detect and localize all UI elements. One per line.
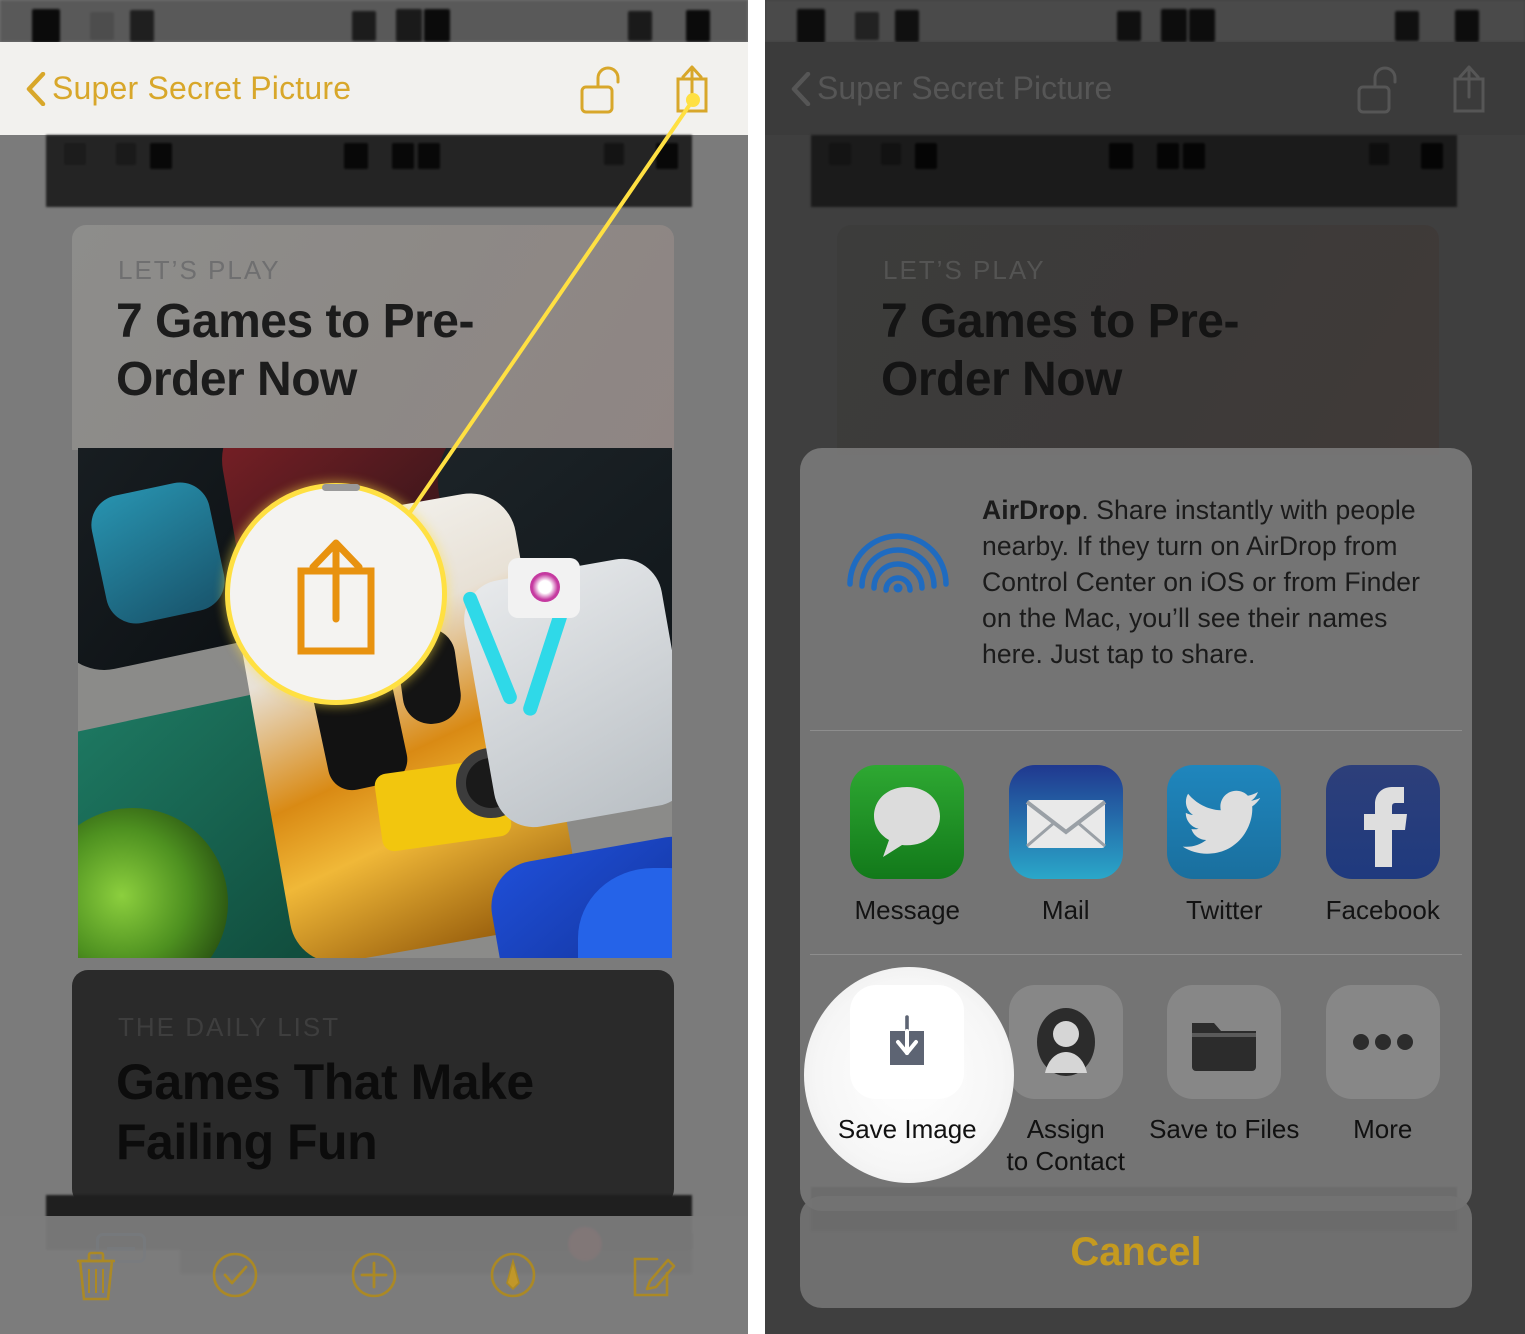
share-apps-row: Message Mail Twitter Facebook (800, 731, 1472, 954)
folder-icon-tile (1167, 985, 1282, 1099)
airdrop-title: AirDrop (982, 495, 1082, 525)
messages-app-icon (850, 765, 965, 879)
right-content-dark-band (811, 135, 1457, 207)
share-app-mail[interactable]: Mail (987, 765, 1146, 926)
article-headline-line1: 7 Games to Pre- (116, 295, 474, 348)
share-sheet: AirDrop. Share instantly with people nea… (800, 448, 1472, 1211)
article2-kicker: THE DAILY LIST (118, 1012, 341, 1042)
share-app-label: Mail (1041, 895, 1090, 925)
right-article-headline: 7 Games to Pre- Order Now (881, 293, 1239, 409)
action-label-line1: Assign (1026, 1114, 1105, 1144)
save-image-icon-tile (850, 985, 965, 1099)
airdrop-description: AirDrop. Share instantly with people nea… (982, 492, 1432, 672)
airdrop-section[interactable]: AirDrop. Share instantly with people nea… (800, 448, 1472, 730)
chevron-left-icon (26, 71, 46, 106)
cancel-button[interactable]: Cancel (800, 1196, 1472, 1308)
unlocked-lock-icon[interactable] (578, 63, 622, 115)
plus-circle-icon[interactable] (348, 1247, 400, 1303)
share-icon[interactable] (670, 63, 714, 115)
left-phone-screen: Super Secret Picture LET’S PLAY 7 Games … (0, 0, 748, 1334)
share-actions-row: Save Image Assign to Contact Save to Fil… (800, 955, 1472, 1211)
share-app-label: Facebook (1325, 895, 1440, 925)
save-image-icon (890, 1015, 925, 1065)
panel-divider (748, 0, 765, 1334)
mail-app-icon (1008, 765, 1123, 879)
right-page-title: Super Secret Picture (817, 70, 1113, 106)
spotlight-tab (322, 484, 360, 491)
checkmark-circle-icon[interactable] (209, 1247, 261, 1303)
markup-pen-circle-icon[interactable] (487, 1247, 539, 1303)
cancel-label: Cancel (1070, 1229, 1202, 1274)
article2-headline-line1: Games That Make (116, 1054, 534, 1110)
ellipsis-icon (1352, 1034, 1413, 1050)
article2-headline: Games That Make Failing Fun (116, 1052, 534, 1172)
twitter-app-icon (1167, 765, 1282, 879)
action-more[interactable]: More (1304, 985, 1463, 1177)
ellipsis-icon-tile (1325, 985, 1440, 1099)
right-back-button[interactable]: Super Secret Picture (791, 70, 1112, 107)
article-card-lets-play[interactable]: LET’S PLAY 7 Games to Pre- Order Now (72, 225, 674, 450)
article-kicker: LET’S PLAY (118, 255, 281, 285)
right-article-headline-line2: Order Now (881, 353, 1122, 406)
action-label: More (1353, 1114, 1413, 1144)
action-label: Save Image (837, 1114, 977, 1144)
right-navigation-bar: Super Secret Picture (765, 42, 1525, 135)
contact-icon-tile (1008, 985, 1123, 1099)
page-title: Super Secret Picture (52, 70, 352, 106)
folder-icon (1192, 1023, 1257, 1071)
right-status-bar-blurred (765, 0, 1525, 43)
right-article-kicker: LET’S PLAY (883, 255, 1046, 285)
action-label: Save to Files (1149, 1114, 1300, 1144)
right-phone-screen: Super Secret Picture LET’S PLAY 7 Games … (765, 0, 1525, 1334)
status-bar-blurred (0, 0, 748, 43)
content-dark-band-top (46, 135, 692, 207)
article-card-daily-list[interactable]: THE DAILY LIST Games That Make Failing F… (72, 970, 674, 1205)
article-headline: 7 Games to Pre- Order Now (116, 293, 474, 409)
share-app-label: Message (854, 895, 961, 925)
right-content-area: LET’S PLAY 7 Games to Pre- Order Now Air… (765, 135, 1525, 1334)
share-button-spotlight[interactable] (225, 483, 447, 705)
screenshot-stage: Super Secret Picture LET’S PLAY 7 Games … (0, 0, 1525, 1334)
unlocked-lock-icon[interactable] (1355, 63, 1399, 115)
left-navigation-bar: Super Secret Picture (0, 42, 748, 135)
compose-icon[interactable] (626, 1247, 678, 1303)
facebook-app-icon (1325, 765, 1440, 879)
action-save-to-files[interactable]: Save to Files (1145, 985, 1304, 1177)
action-save-image[interactable]: Save Image (804, 967, 1014, 1183)
share-app-message[interactable]: Message (828, 765, 987, 926)
share-icon-magnified (297, 539, 375, 655)
share-app-label: Twitter (1185, 895, 1263, 925)
trash-icon[interactable] (70, 1247, 122, 1303)
contact-person-icon (1036, 1008, 1095, 1076)
right-article-card: LET’S PLAY 7 Games to Pre- Order Now (837, 225, 1439, 455)
back-button[interactable]: Super Secret Picture (26, 70, 351, 107)
share-app-twitter[interactable]: Twitter (1145, 765, 1304, 926)
article-headline-line2: Order Now (116, 353, 357, 406)
action-label: Assign to Contact (1006, 1113, 1125, 1177)
left-content-area: LET’S PLAY 7 Games to Pre- Order Now THE… (0, 135, 748, 1334)
share-icon[interactable] (1447, 63, 1491, 115)
airdrop-icon (847, 533, 949, 593)
chevron-left-icon (791, 71, 811, 106)
article2-headline-line2: Failing Fun (116, 1114, 378, 1170)
right-article-headline-line1: 7 Games to Pre- (881, 295, 1239, 348)
action-label-line2: to Contact (1006, 1146, 1125, 1176)
action-assign-to-contact[interactable]: Assign to Contact (987, 985, 1146, 1177)
left-bottom-toolbar (0, 1216, 748, 1334)
share-app-facebook[interactable]: Facebook (1304, 765, 1463, 926)
